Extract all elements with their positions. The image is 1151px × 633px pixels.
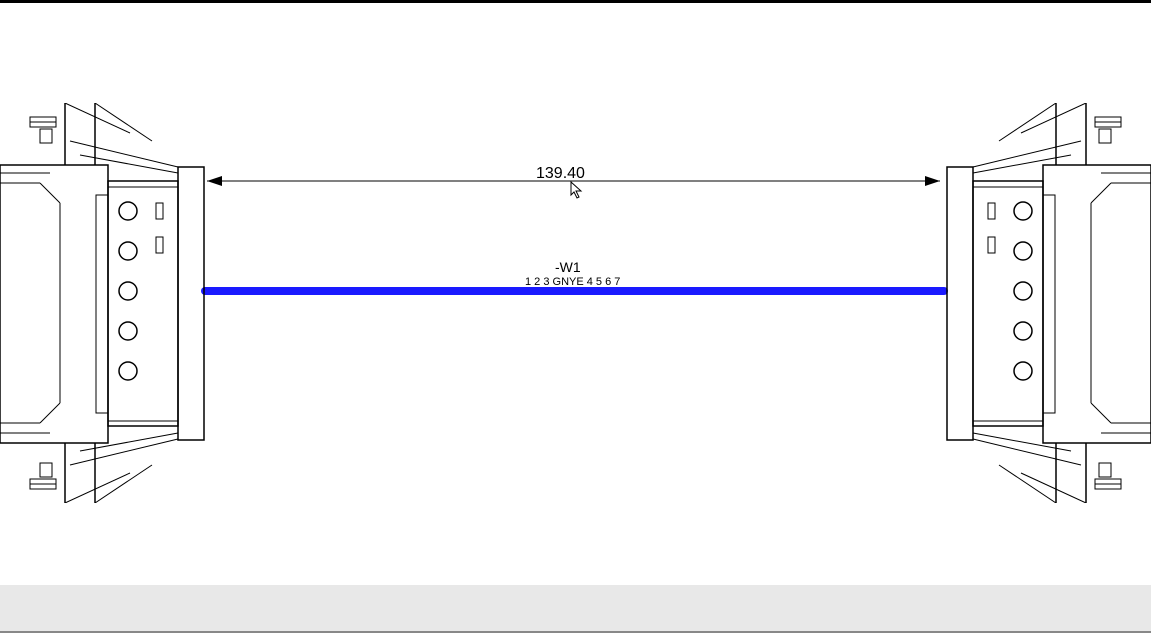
- drawing-canvas[interactable]: 139.40 -W1 1 2 3 GNYE 4 5 6 7: [0, 3, 1151, 573]
- status-bar: [0, 585, 1151, 633]
- connector-left: [0, 103, 250, 503]
- connector-right: [901, 103, 1151, 503]
